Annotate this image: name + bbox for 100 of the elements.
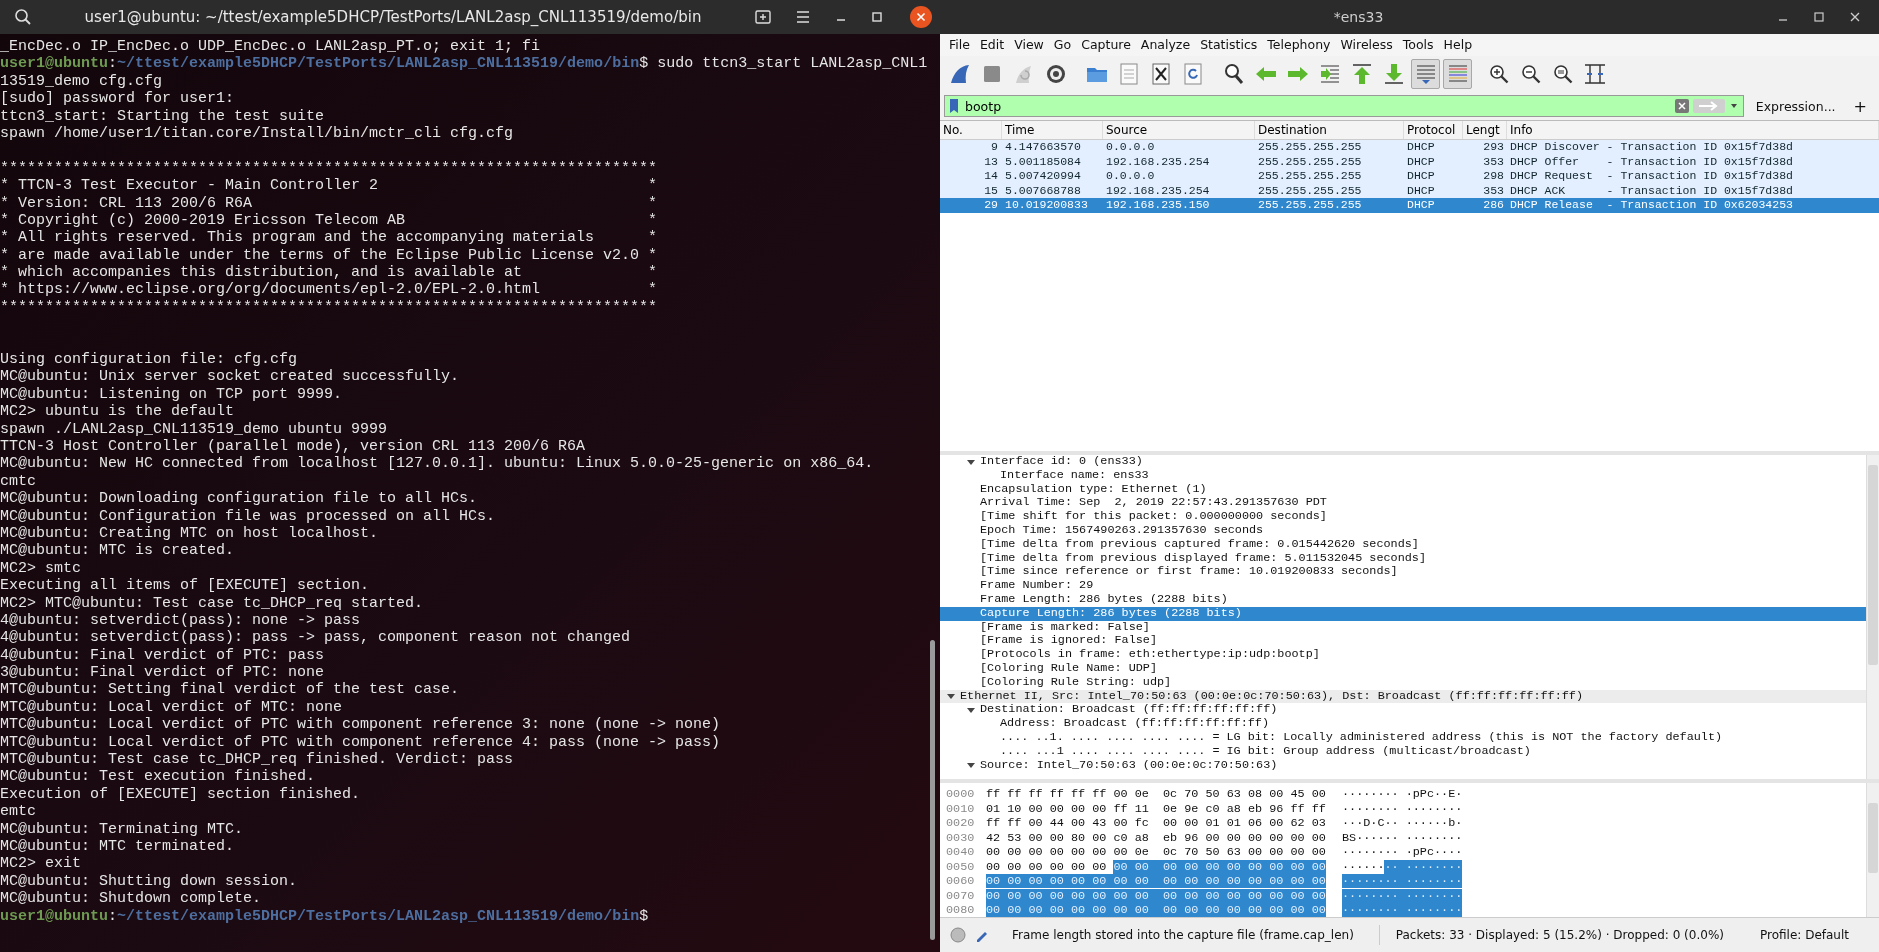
profile-label[interactable]: Profile: Default bbox=[1760, 928, 1849, 942]
menu-item[interactable]: Go bbox=[1053, 37, 1072, 53]
terminal-output-line: emtc bbox=[0, 803, 36, 821]
table-cell-text: 293 bbox=[1482, 140, 1505, 155]
terminal-prompt-line: user1@ubuntu:~/ttest/example5DHCP/TestPorts/LANL2asp_CNL113519/demo/bin$ sudo ttcn3_start LANL2asp_CNL1 bbox=[0, 55, 928, 73]
maximize-icon[interactable] bbox=[870, 10, 884, 24]
column-header[interactable]: Lengt bbox=[1463, 121, 1507, 139]
byte-offset: 0000 bbox=[946, 787, 976, 802]
column-header[interactable]: No. bbox=[940, 121, 1002, 139]
tree-row[interactable]: [Frame is marked: False] bbox=[940, 620, 1866, 635]
menu-item[interactable]: Tools bbox=[1402, 37, 1434, 53]
menu-item[interactable]: Capture bbox=[1081, 37, 1131, 53]
filter-input[interactable]: bootp bbox=[963, 98, 1671, 114]
close-icon[interactable] bbox=[1849, 11, 1861, 23]
hex-bytes: ff ff 00 44 00 43 00 fc 00 00 01 01 06 00 62 03 bbox=[986, 816, 1327, 831]
terminal-output-line: 4@ubuntu: Final verdict of PTC: pass bbox=[0, 646, 325, 664]
terminal-output-line: MC@ubuntu: Terminating MTC. bbox=[0, 820, 244, 838]
table-cell-text: DHCP ACK - Transaction ID 0x15f7d38d bbox=[1509, 183, 1794, 198]
maximize-icon[interactable] bbox=[1813, 11, 1825, 23]
tree-row[interactable]: Source: Intel_70:50:63 (00:0e:0c:70:50:63) bbox=[940, 758, 1866, 773]
menu-item[interactable]: Analyze bbox=[1140, 37, 1191, 53]
terminal-output-line: Execution of [EXECUTE] section finished. bbox=[0, 785, 361, 803]
bookmark-icon[interactable] bbox=[949, 98, 959, 115]
hex-bytes: 00 00 00 00 00 00 00 00 00 00 00 00 00 00 00 00 bbox=[986, 903, 1327, 918]
terminal-output-line: MC@ubuntu: Shutdown complete. bbox=[0, 890, 262, 908]
column-header[interactable]: Info bbox=[1507, 121, 1879, 139]
menu-item[interactable]: Wireless bbox=[1340, 37, 1393, 53]
packet-row[interactable]: 14 5.007420994 0.0.0.0 255.255.255.255 DHCP 298 DHCP Request - Transaction ID 0x15f7d38d bbox=[940, 169, 1879, 184]
terminal-output-line: MC@ubuntu: Creating MTC on host localhost. bbox=[0, 524, 379, 542]
terminal-output-line: MC@ubuntu: Configuration file was processed on all HCs. bbox=[0, 507, 496, 525]
tree-row[interactable]: Arrival Time: Sep 2, 2019 22:57:43.291357630 PDT bbox=[940, 496, 1866, 511]
terminal-output-line: spawn /home/user1/titan.core/Install/bin/mctr_cli cfg.cfg bbox=[0, 124, 514, 142]
menu-item[interactable]: File bbox=[949, 37, 970, 53]
column-header[interactable]: Destination bbox=[1255, 121, 1404, 139]
add-filter-button[interactable]: + bbox=[1847, 94, 1873, 118]
tree-row[interactable]: [Protocols in frame: eth:ethertype:ip:udp:bootp] bbox=[940, 648, 1866, 662]
clear-icon[interactable] bbox=[1674, 99, 1689, 114]
terminal-output-line: MTC@ubuntu: Local verdict of MTC: none bbox=[0, 698, 343, 716]
terminal-output-line: spawn ./LANL2asp_CNL113519_demo ubuntu 9999 bbox=[0, 420, 388, 438]
new-tab-icon[interactable] bbox=[754, 8, 772, 26]
tree-row[interactable]: .... ..1. .... .... .... .... = LG bit: Locally administered address (this is NOT the factory default) bbox=[940, 730, 1866, 745]
tree-row[interactable]: [Time since reference or first frame: 10.019200833 seconds] bbox=[940, 565, 1866, 580]
column-header[interactable]: Time bbox=[1002, 121, 1103, 139]
terminal-output-line: ttcn3_start: Starting the test suite bbox=[0, 107, 325, 125]
column-header[interactable]: Source bbox=[1103, 121, 1255, 139]
search-icon[interactable] bbox=[14, 8, 32, 26]
window-title: *ens33 bbox=[1332, 9, 1385, 25]
tree-row[interactable]: Interface name: ens33 bbox=[940, 468, 1866, 483]
tree-row[interactable]: [Time delta from previous captured frame: 0.015442620 seconds] bbox=[940, 537, 1866, 552]
hex-bytes: 00 00 00 00 00 00 00 00 00 00 00 00 00 00 00 00 bbox=[986, 859, 1327, 874]
byte-offset: 0070 bbox=[946, 888, 976, 903]
ascii-bytes: ········ ········ bbox=[1342, 801, 1463, 816]
expression-button[interactable]: Expression... bbox=[1749, 96, 1842, 116]
terminal-output-line: Executing all items of [EXECUTE] section. bbox=[0, 577, 370, 595]
scrollbar-thumb[interactable] bbox=[930, 640, 935, 940]
tree-row[interactable]: Frame Number: 29 bbox=[940, 579, 1866, 593]
tree-row[interactable]: Capture Length: 286 bytes (2288 bits) bbox=[940, 606, 1866, 621]
tree-row[interactable]: Interface id: 0 (ens33) bbox=[940, 455, 1866, 469]
ascii-bytes: ···D·C·· ······b· bbox=[1342, 816, 1463, 831]
menu-item[interactable]: Statistics bbox=[1200, 37, 1258, 53]
terminal-output-line: MTC@ubuntu: Test case tc_DHCP_req finished. Verdict: pass bbox=[0, 751, 514, 768]
menu-item[interactable]: View bbox=[1014, 37, 1044, 53]
table-cell-text: 14 bbox=[983, 169, 999, 184]
terminal-output-line: MC2> exit bbox=[0, 855, 81, 873]
byte-offset: 0030 bbox=[946, 830, 976, 845]
menu-item[interactable]: Help bbox=[1443, 37, 1473, 53]
tree-row[interactable]: Encapsulation type: Ethernet (1) bbox=[940, 482, 1866, 497]
byte-offset: 0060 bbox=[946, 874, 976, 889]
tree-row[interactable]: [Time shift for this packet: 0.000000000 seconds] bbox=[940, 510, 1866, 524]
terminal-output-line: Using configuration file: cfg.cfg bbox=[0, 351, 298, 369]
column-header[interactable]: Protocol bbox=[1404, 121, 1463, 139]
tree-row[interactable]: Frame Length: 286 bytes (2288 bits) bbox=[940, 592, 1866, 607]
tree-row[interactable]: [Coloring Rule Name: UDP] bbox=[940, 661, 1866, 676]
scrollbar-thumb[interactable] bbox=[1868, 803, 1878, 873]
menu-item[interactable]: Edit bbox=[979, 37, 1005, 53]
menu-item[interactable]: Telephony bbox=[1267, 37, 1331, 53]
table-cell-text: 192.168.235.254 bbox=[1105, 183, 1211, 198]
tree-row[interactable]: .... ...1 .... .... .... .... = IG bit: Group address (multicast/broadcast) bbox=[940, 744, 1866, 759]
ascii-bytes: ········ ········ bbox=[1342, 888, 1463, 903]
display-filter-field[interactable]: bootp bbox=[944, 95, 1744, 118]
tree-row[interactable]: [Coloring Rule String: udp] bbox=[940, 675, 1866, 690]
tree-row[interactable]: Destination: Broadcast (ff:ff:ff:ff:ff:ff) bbox=[940, 703, 1866, 718]
tree-row[interactable]: Address: Broadcast (ff:ff:ff:ff:ff:ff) bbox=[940, 717, 1866, 731]
tree-row[interactable]: [Time delta from previous displayed frame: 5.011532045 seconds] bbox=[940, 551, 1866, 566]
columns-icon bbox=[1582, 62, 1607, 87]
status-circle-icon[interactable] bbox=[950, 927, 966, 943]
close-icon[interactable] bbox=[910, 6, 932, 28]
terminal-output-line: MTC@ubuntu: Local verdict of PTC with component reference 3: none (none -> none) bbox=[0, 716, 721, 734]
byte-offset: 0040 bbox=[946, 845, 976, 860]
terminal-output-line: * which accompanies this distribution, and is available at * bbox=[0, 264, 658, 282]
terminal-output-line: MC@ubuntu: Test execution finished. bbox=[0, 768, 316, 786]
tree-row[interactable]: Ethernet II, Src: Intel_70:50:63 (00:0e:0c:70:50:63), Dst: Broadcast (ff:ff:ff:ff:ff:ff) bbox=[940, 689, 1866, 704]
tree-row[interactable]: Epoch Time: 1567490263.291357630 seconds bbox=[940, 524, 1866, 538]
terminal-output-line: ************************************************************************* bbox=[0, 159, 658, 177]
packet-row[interactable]: 29 10.019200833 192.168.235.150 255.255.255.255 DHCP 286 DHCP Release - Transaction ID 0x62034253 bbox=[940, 198, 1879, 213]
packet-row[interactable]: 9 4.147663570 0.0.0.0 255.255.255.255 DHCP 293 DHCP Discover - Transaction ID 0x15f7d38d bbox=[940, 140, 1879, 155]
tree-row[interactable]: [Frame is ignored: False] bbox=[940, 634, 1866, 649]
scrollbar-thumb[interactable] bbox=[1868, 465, 1878, 665]
table-cell-text: 10.019200833 bbox=[1004, 198, 1089, 213]
menu-icon[interactable] bbox=[794, 8, 812, 26]
